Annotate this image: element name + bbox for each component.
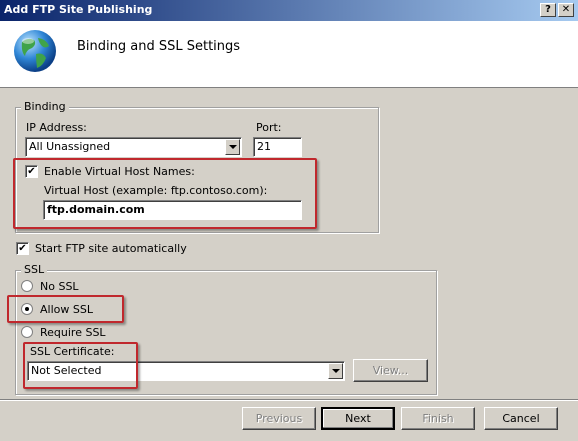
- cancel-button[interactable]: Cancel: [484, 407, 558, 430]
- ssl-certificate-label: SSL Certificate:: [30, 345, 115, 358]
- start-auto-label: Start FTP site automatically: [35, 242, 187, 255]
- wizard-header: Binding and SSL Settings: [0, 21, 578, 88]
- previous-button[interactable]: Previous: [242, 407, 316, 430]
- page-title: Binding and SSL Settings: [77, 39, 241, 54]
- chevron-down-icon[interactable]: [328, 363, 343, 379]
- finish-button[interactable]: Finish: [401, 407, 475, 430]
- require-ssl-radio[interactable]: [21, 326, 33, 338]
- port-field[interactable]: 21: [253, 137, 302, 157]
- close-button[interactable]: ✕: [558, 3, 574, 17]
- allow-ssl-radio[interactable]: [21, 303, 33, 315]
- dialog-window: Add FTP Site Publishing ? ✕ Binding and …: [0, 0, 578, 441]
- help-button[interactable]: ?: [540, 3, 556, 17]
- enable-vhost-checkbox[interactable]: ✔: [25, 165, 38, 178]
- allow-ssl-label: Allow SSL: [40, 303, 93, 316]
- globe-icon: [14, 30, 56, 72]
- footer-divider: [0, 399, 578, 401]
- no-ssl-label: No SSL: [40, 280, 79, 293]
- enable-vhost-label: Enable Virtual Host Names:: [44, 165, 195, 178]
- virtual-host-field[interactable]: ftp.domain.com: [43, 200, 302, 220]
- virtual-host-label: Virtual Host (example: ftp.contoso.com):: [44, 184, 268, 197]
- start-auto-checkbox[interactable]: ✔: [16, 242, 29, 255]
- ip-address-value: All Unassigned: [29, 140, 111, 153]
- no-ssl-radio[interactable]: [21, 280, 33, 292]
- ssl-certificate-dropdown[interactable]: Not Selected: [27, 361, 345, 381]
- binding-legend: Binding: [21, 100, 69, 113]
- window-title: Add FTP Site Publishing: [4, 3, 153, 16]
- title-bar[interactable]: Add FTP Site Publishing ? ✕: [0, 0, 578, 21]
- chevron-down-icon[interactable]: [225, 139, 240, 155]
- view-certificate-button[interactable]: View...: [353, 359, 428, 382]
- ip-address-dropdown[interactable]: All Unassigned: [25, 137, 242, 157]
- ssl-certificate-value: Not Selected: [31, 364, 102, 377]
- next-button[interactable]: Next: [321, 407, 395, 430]
- ssl-legend: SSL: [21, 263, 48, 276]
- port-label: Port:: [256, 121, 282, 134]
- require-ssl-label: Require SSL: [40, 326, 106, 339]
- ip-address-label: IP Address:: [26, 121, 87, 134]
